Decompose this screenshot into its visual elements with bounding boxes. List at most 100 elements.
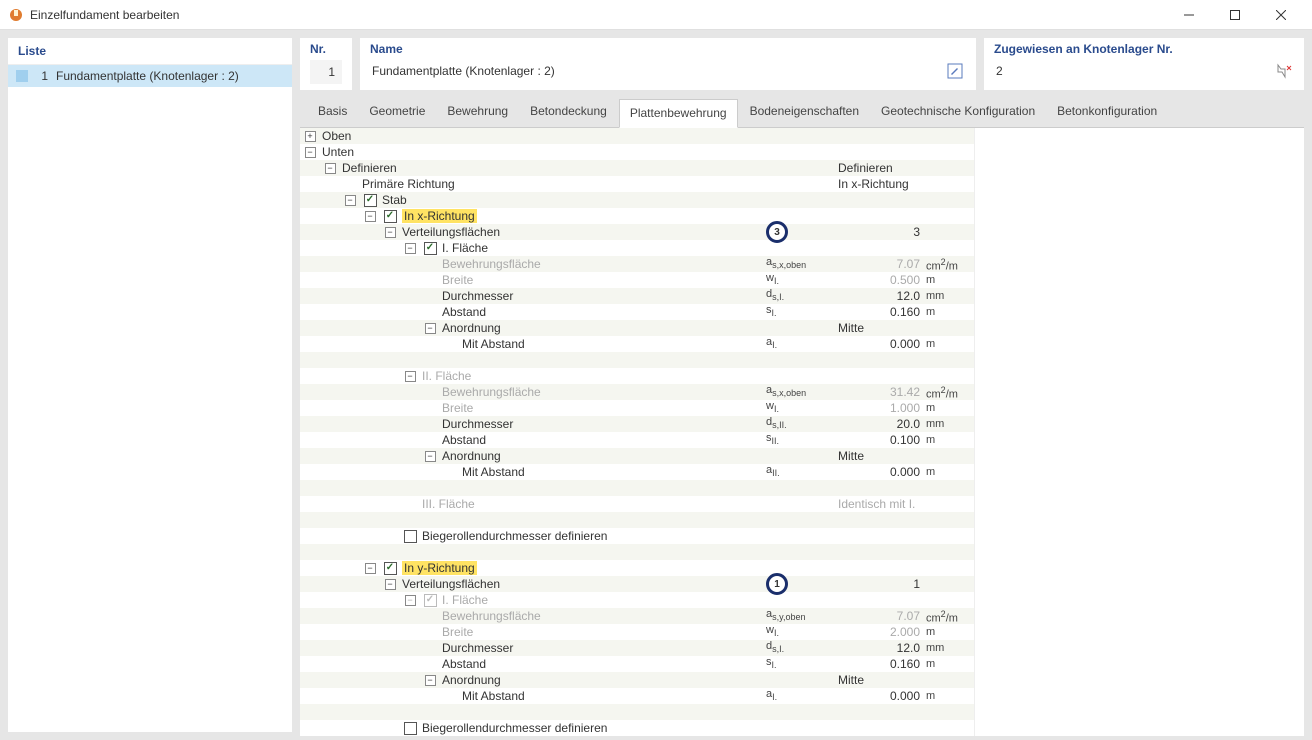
checkbox[interactable]: ✓ <box>364 194 377 207</box>
row-label: Primäre Richtung <box>360 176 766 192</box>
row-label[interactable]: Stab <box>380 192 766 208</box>
row-label[interactable]: Verteilungsflächen <box>400 224 766 240</box>
name-label: Name <box>360 38 976 58</box>
row-label: Abstand <box>440 656 766 672</box>
tab-beton-config[interactable]: Betonkonfiguration <box>1047 98 1167 127</box>
edit-name-icon[interactable] <box>944 60 966 82</box>
assigned-input[interactable] <box>994 60 1268 82</box>
row-biegeroll-x: Biegerollendurchmesser definieren <box>300 528 974 544</box>
nr-value[interactable]: 1 <box>310 60 342 84</box>
row-mitabstand-y-i: Mit Abstand aI.0.000m <box>300 688 974 704</box>
tab-geometrie[interactable]: Geometrie <box>359 98 435 127</box>
assigned-field: Zugewiesen an Knotenlager Nr. <box>984 38 1304 90</box>
expander-icon[interactable]: − <box>365 563 376 574</box>
tab-bodeneigenschaften[interactable]: Bodeneigenschaften <box>740 98 869 127</box>
row-label[interactable]: Biegerollendurchmesser definieren <box>420 720 766 736</box>
expander-icon[interactable]: − <box>345 195 356 206</box>
row-i-flaeche-x: − ✓ I. Fläche <box>300 240 974 256</box>
row-abstand-y-i: Abstand sI.0.160m <box>300 656 974 672</box>
row-label[interactable]: I. Fläche <box>440 240 766 256</box>
expander-icon[interactable]: − <box>305 147 316 158</box>
expander-icon[interactable]: − <box>405 371 416 382</box>
checkbox[interactable] <box>404 530 417 543</box>
tab-row: Basis Geometrie Bewehrung Betondeckung P… <box>300 90 1304 127</box>
row-verteil-y: − Verteilungsflächen 1 <box>300 576 974 592</box>
row-label: Abstand <box>440 432 766 448</box>
row-durchmesser-x-i: Durchmesser ds,I.12.0mm <box>300 288 974 304</box>
minimize-button[interactable] <box>1166 0 1212 30</box>
expander-icon[interactable]: − <box>365 211 376 222</box>
row-label: Abstand <box>440 304 766 320</box>
row-label[interactable]: Definieren <box>340 160 766 176</box>
checkbox[interactable] <box>404 722 417 735</box>
window-title: Einzelfundament bearbeiten <box>30 8 1166 22</box>
row-iii-flaeche-x: III. Fläche Identisch mit I. <box>300 496 974 512</box>
tab-betondeckung[interactable]: Betondeckung <box>520 98 617 127</box>
row-breite-y-i: Breite wI.2.000m <box>300 624 974 640</box>
row-i-flaeche-y: − ✓ I. Fläche <box>300 592 974 608</box>
row-label: Durchmesser <box>440 288 766 304</box>
row-label: Breite <box>440 624 766 640</box>
list-panel: Liste 1 Fundamentplatte (Knotenlager : 2… <box>8 38 292 732</box>
list-header: Liste <box>8 38 292 65</box>
list-item-swatch <box>16 70 28 82</box>
row-label[interactable]: Anordnung <box>440 320 766 336</box>
name-input[interactable] <box>370 60 938 82</box>
row-label: Bewehrungsfläche <box>440 384 766 400</box>
titlebar: Einzelfundament bearbeiten <box>0 0 1312 30</box>
assigned-label: Zugewiesen an Knotenlager Nr. <box>984 38 1304 58</box>
row-label[interactable]: Unten <box>320 144 766 160</box>
expander-icon[interactable]: − <box>425 323 436 334</box>
list-item-number: 1 <box>34 69 48 83</box>
row-label: Breite <box>440 272 766 288</box>
row-stab: − ✓ Stab <box>300 192 974 208</box>
checkbox[interactable]: ✓ <box>424 242 437 255</box>
row-label[interactable]: II. Fläche <box>420 368 766 384</box>
row-abstand-x-ii: Abstand sII.0.100m <box>300 432 974 448</box>
tab-geotech-config[interactable]: Geotechnische Konfiguration <box>871 98 1045 127</box>
expander-icon[interactable]: − <box>325 163 336 174</box>
row-in-y: − ✓ In y-Richtung <box>300 560 974 576</box>
row-label: Durchmesser <box>440 640 766 656</box>
tab-plattenbewehrung[interactable]: Plattenbewehrung <box>619 99 738 128</box>
row-label[interactable]: Anordnung <box>440 448 766 464</box>
row-anordnung-x-i: − Anordnung Mitte <box>300 320 974 336</box>
maximize-button[interactable] <box>1212 0 1258 30</box>
row-label[interactable]: Anordnung <box>440 672 766 688</box>
row-label[interactable]: Verteilungsflächen <box>400 576 766 592</box>
row-label[interactable]: Oben <box>320 128 766 144</box>
checkbox[interactable]: ✓ <box>384 210 397 223</box>
row-anordnung-x-ii: − Anordnung Mitte <box>300 448 974 464</box>
tree-area[interactable]: + Oben − Unten − Definieren Definieren P… <box>300 128 974 736</box>
row-label: I. Fläche <box>440 592 766 608</box>
row-definieren: − Definieren Definieren <box>300 160 974 176</box>
close-button[interactable] <box>1258 0 1304 30</box>
row-bewfl-y-i: Bewehrungsfläche as,y,oben7.07cm2/m <box>300 608 974 624</box>
row-label: Mit Abstand <box>460 688 766 704</box>
expander-icon[interactable]: − <box>405 243 416 254</box>
row-label[interactable]: In y-Richtung <box>400 560 766 576</box>
row-biegeroll-y: Biegerollendurchmesser definieren <box>300 720 974 736</box>
checkbox: ✓ <box>424 594 437 607</box>
expander-icon[interactable]: − <box>385 579 396 590</box>
name-field: Name <box>360 38 976 90</box>
row-label[interactable]: In x-Richtung <box>400 208 766 224</box>
row-label: Bewehrungsfläche <box>440 608 766 624</box>
tab-basis[interactable]: Basis <box>308 98 357 127</box>
expander-icon[interactable]: + <box>305 131 316 142</box>
expander-icon[interactable]: − <box>405 595 416 606</box>
pick-node-icon[interactable] <box>1274 61 1294 81</box>
expander-icon[interactable]: − <box>385 227 396 238</box>
list-item[interactable]: 1 Fundamentplatte (Knotenlager : 2) <box>8 65 292 87</box>
row-durchmesser-x-ii: Durchmesser ds,II.20.0mm <box>300 416 974 432</box>
tab-bewehrung[interactable]: Bewehrung <box>437 98 518 127</box>
app-icon <box>8 7 24 23</box>
row-breite-x-ii: Breite wI.1.000m <box>300 400 974 416</box>
expander-icon[interactable]: − <box>425 451 436 462</box>
checkbox[interactable]: ✓ <box>384 562 397 575</box>
expander-icon[interactable]: − <box>425 675 436 686</box>
list-item-label: Fundamentplatte (Knotenlager : 2) <box>56 69 239 83</box>
row-label[interactable]: Biegerollendurchmesser definieren <box>420 528 766 544</box>
row-bewfl-x-ii: Bewehrungsfläche as,x,oben31.42cm2/m <box>300 384 974 400</box>
row-primaere: Primäre Richtung In x-Richtung <box>300 176 974 192</box>
